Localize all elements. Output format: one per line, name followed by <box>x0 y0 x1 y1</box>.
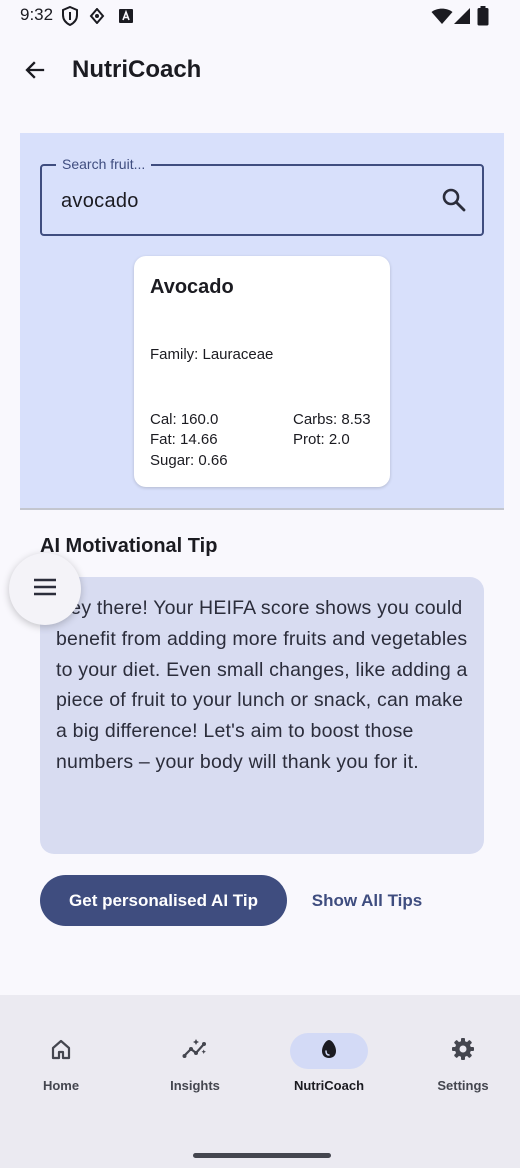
tip-card: Hey there! Your HEIFA score shows you co… <box>40 577 484 854</box>
tip-heading: AI Motivational Tip <box>40 535 218 557</box>
nav-pill <box>424 1033 502 1069</box>
menu-fab[interactable] <box>9 553 81 625</box>
nav-pill <box>156 1033 234 1069</box>
nav-label-nutricoach: NutriCoach <box>293 1078 365 1093</box>
insights-icon <box>182 1038 208 1065</box>
nutrient-sugar: Sugar: 0.66 <box>150 452 228 469</box>
search-input-label: Search fruit... <box>56 156 152 172</box>
nutrient-fat: Fat: 14.66 <box>150 431 218 448</box>
status-bar: 9:32 <box>0 0 520 32</box>
divider <box>20 508 504 510</box>
top-app-bar: NutriCoach <box>0 40 520 104</box>
nav-pill-active <box>290 1033 368 1069</box>
nav-label-settings: Settings <box>437 1078 489 1093</box>
fruit-family: Family: Lauraceae <box>150 346 274 363</box>
nav-pill <box>22 1033 100 1069</box>
settings-icon <box>451 1037 475 1066</box>
show-all-tips-button[interactable]: Show All Tips <box>300 875 434 926</box>
fruit-search-panel: Search fruit... avocado Avocado Family: … <box>20 133 504 509</box>
tip-text: Hey there! Your HEIFA score shows you co… <box>56 597 468 773</box>
fruit-name: Avocado <box>150 276 234 298</box>
shield-icon <box>61 5 79 31</box>
status-time: 9:32 <box>20 5 54 24</box>
bottom-navigation: Home Insights NutriCoach Settings <box>0 995 520 1168</box>
menu-icon <box>33 577 57 602</box>
nav-label-home: Home <box>42 1078 80 1093</box>
signal-icon <box>453 7 471 30</box>
search-input[interactable]: Search fruit... avocado <box>40 156 484 236</box>
page-title: NutriCoach <box>72 56 202 83</box>
search-icon[interactable] <box>440 186 468 214</box>
battery-icon <box>477 6 489 31</box>
nav-item-settings[interactable]: Settings <box>408 1025 518 1097</box>
font-icon <box>118 8 134 29</box>
search-input-value[interactable]: avocado <box>61 190 139 213</box>
nutrient-carbs: Carbs: 8.53 <box>293 411 371 428</box>
nav-label-insights: Insights <box>170 1078 220 1093</box>
home-icon <box>50 1038 72 1065</box>
back-button[interactable] <box>14 52 56 92</box>
nutrient-calories: Cal: 160.0 <box>150 411 219 428</box>
data-saver-icon <box>89 7 105 29</box>
nav-item-home[interactable]: Home <box>6 1025 116 1097</box>
gesture-handle[interactable] <box>193 1153 331 1158</box>
fruit-card: Avocado Family: Lauraceae Cal: 160.0 Fat… <box>134 256 390 487</box>
wifi-icon <box>431 7 453 30</box>
get-ai-tip-button[interactable]: Get personalised AI Tip <box>40 875 287 926</box>
nav-item-nutricoach[interactable]: NutriCoach <box>274 1025 384 1097</box>
nav-item-insights[interactable]: Insights <box>140 1025 250 1097</box>
arrow-back-icon <box>23 58 47 87</box>
nutricoach-icon <box>320 1038 338 1065</box>
nutrient-protein: Prot: 2.0 <box>293 431 350 448</box>
